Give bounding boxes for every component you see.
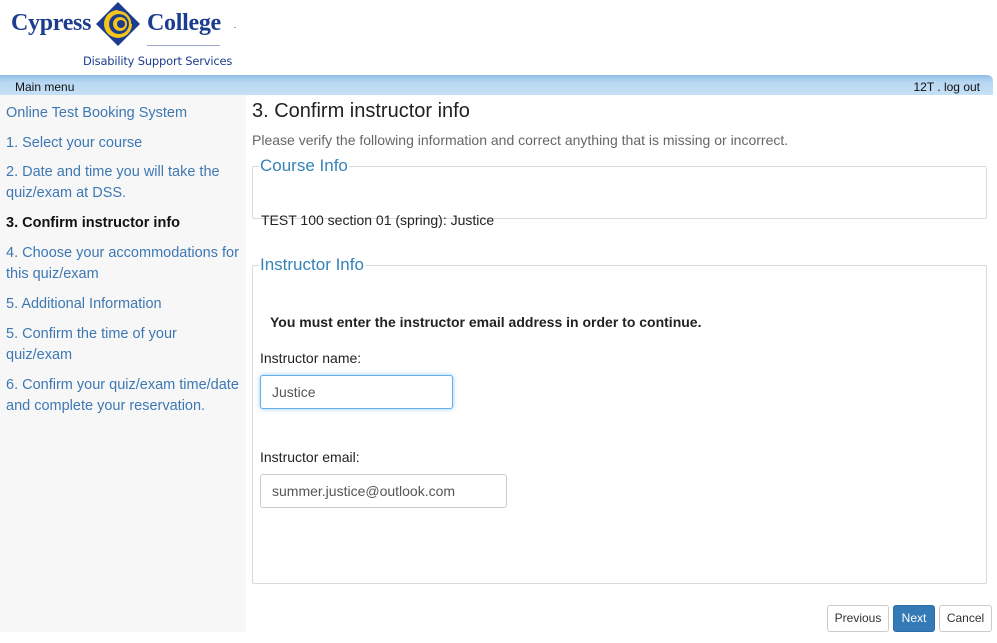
instructor-name-input[interactable] <box>260 375 453 409</box>
instructor-email-input[interactable] <box>260 474 507 508</box>
sidebar-item-additional-info[interactable]: 5. Additional Information <box>6 294 242 315</box>
sidebar-item-confirm-time[interactable]: 5. Confirm the time of your quiz/exam <box>6 324 242 366</box>
intro-text: Please verify the following information … <box>252 132 789 148</box>
user-area: 12T . log out <box>913 75 980 99</box>
email-required-warning: You must enter the instructor email addr… <box>270 314 702 330</box>
next-button[interactable]: Next <box>893 605 935 632</box>
instructor-info-fieldset: Instructor Info You must enter the instr… <box>252 255 987 584</box>
sidebar-item-booking-system[interactable]: Online Test Booking System <box>6 103 242 124</box>
course-text: TEST 100 section 01 (spring): Justice <box>261 212 495 228</box>
previous-button[interactable]: Previous <box>827 605 889 632</box>
course-info-legend: Course Info <box>260 156 348 175</box>
logo-word-college: College <box>147 10 221 36</box>
logo-divider <box>147 45 220 46</box>
sidebar-nav: Online Test Booking System 1. Select you… <box>0 95 246 632</box>
username: 12T <box>913 80 934 94</box>
course-info-fieldset: Course Info TEST 100 section 01 (spring)… <box>252 156 987 228</box>
instructor-name-label: Instructor name: <box>260 350 362 366</box>
college-emblem-icon <box>96 2 140 46</box>
sidebar-item-accommodations[interactable]: 4. Choose your accommodations for this q… <box>6 243 242 285</box>
logout-link[interactable]: log out <box>944 80 980 94</box>
decorative-dot <box>234 27 236 28</box>
page-title: 3. Confirm instructor info <box>252 100 470 122</box>
site-header: Cypress College Disability Support Servi… <box>0 0 997 74</box>
menu-bar: Main menu 12T . log out <box>0 75 993 95</box>
cancel-button[interactable]: Cancel <box>939 605 992 632</box>
user-separator: . <box>933 80 944 94</box>
instructor-info-legend: Instructor Info <box>260 255 364 274</box>
cypress-college-logo[interactable]: Cypress College Disability Support Servi… <box>10 0 240 72</box>
instructor-email-label: Instructor email: <box>260 449 360 465</box>
sidebar-item-select-course[interactable]: 1. Select your course <box>6 133 242 154</box>
sidebar-item-confirm-instructor: 3. Confirm instructor info <box>6 215 180 231</box>
logo-subtitle: Disability Support Services <box>83 54 233 68</box>
logo-word-cypress: Cypress <box>11 10 92 36</box>
sidebar-item-date-time[interactable]: 2. Date and time you will take the quiz/… <box>6 162 242 204</box>
sidebar-item-complete-reservation[interactable]: 6. Confirm your quiz/exam time/date and … <box>6 375 242 417</box>
